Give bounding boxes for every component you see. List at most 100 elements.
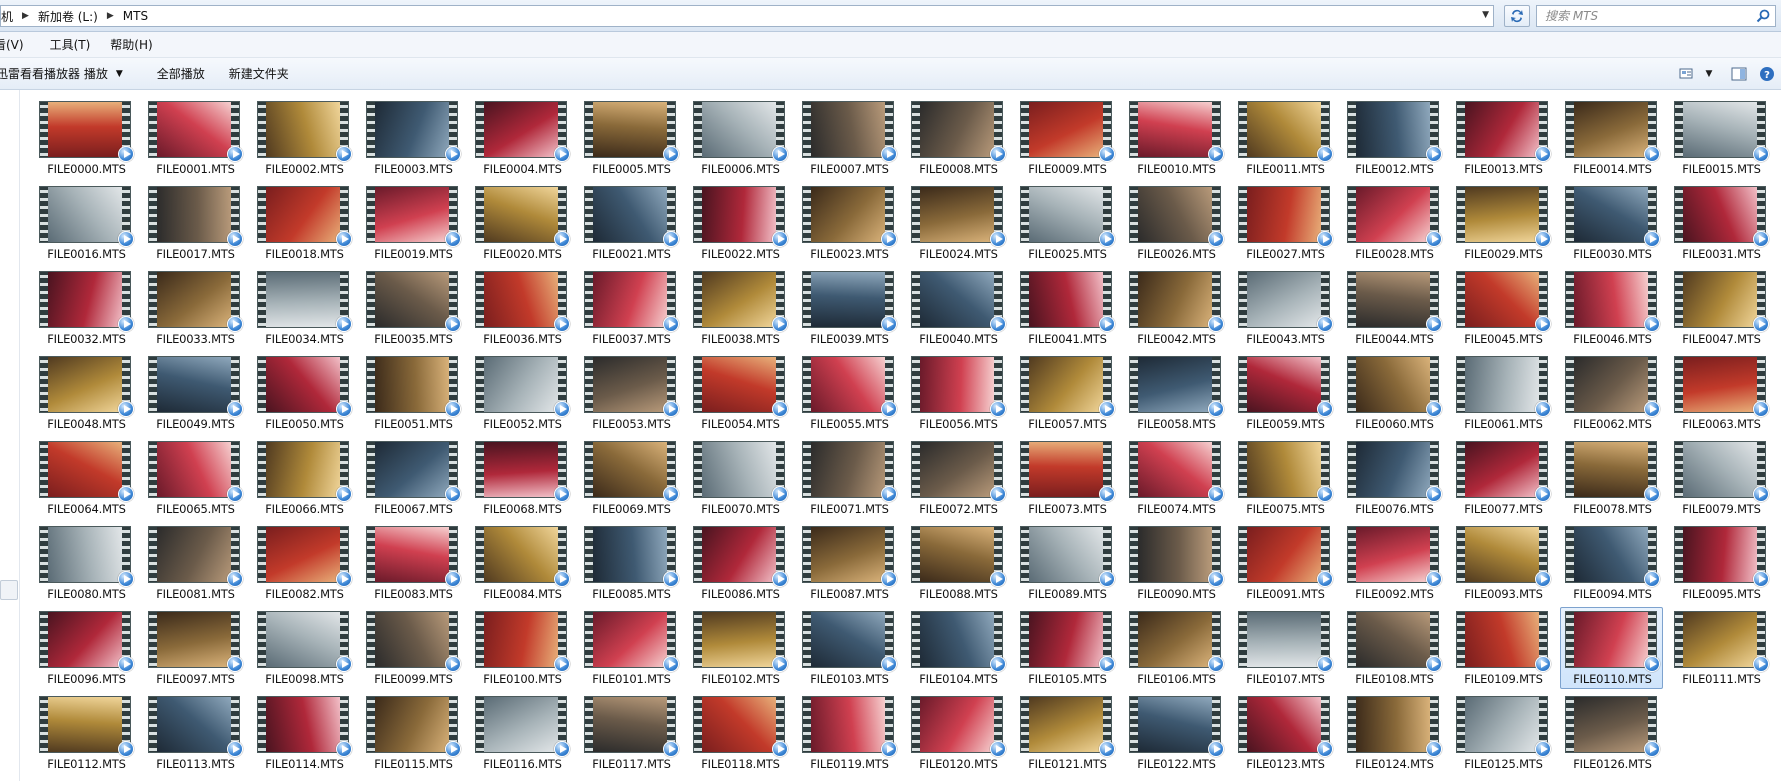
address-history-dropdown-icon[interactable]: ▼: [1482, 10, 1489, 20]
file-item[interactable]: FILE0004.MTS: [470, 97, 573, 179]
play-all-button[interactable]: 全部播放: [145, 65, 217, 82]
file-item[interactable]: FILE0076.MTS: [1342, 437, 1445, 519]
file-item[interactable]: FILE0095.MTS: [1669, 522, 1772, 604]
file-item[interactable]: FILE0075.MTS: [1233, 437, 1336, 519]
file-item[interactable]: FILE0105.MTS: [1015, 607, 1118, 689]
file-item[interactable]: FILE0005.MTS: [579, 97, 682, 179]
file-item[interactable]: FILE0040.MTS: [906, 267, 1009, 349]
file-item[interactable]: FILE0054.MTS: [688, 352, 791, 434]
chevron-right-icon[interactable]: ▶: [107, 11, 114, 21]
search-box[interactable]: [1536, 5, 1776, 27]
file-item[interactable]: FILE0058.MTS: [1124, 352, 1227, 434]
search-input[interactable]: [1545, 7, 1755, 25]
file-item[interactable]: FILE0001.MTS: [143, 97, 246, 179]
file-item[interactable]: FILE0047.MTS: [1669, 267, 1772, 349]
file-item[interactable]: FILE0070.MTS: [688, 437, 791, 519]
file-item[interactable]: FILE0039.MTS: [797, 267, 900, 349]
file-item[interactable]: FILE0118.MTS: [688, 692, 791, 774]
file-item[interactable]: FILE0042.MTS: [1124, 267, 1227, 349]
file-item[interactable]: FILE0031.MTS: [1669, 182, 1772, 264]
file-item[interactable]: FILE0016.MTS: [34, 182, 137, 264]
file-item[interactable]: FILE0053.MTS: [579, 352, 682, 434]
view-dropdown-arrow-icon[interactable]: ▼: [1701, 62, 1717, 86]
file-item[interactable]: FILE0108.MTS: [1342, 607, 1445, 689]
file-item[interactable]: FILE0073.MTS: [1015, 437, 1118, 519]
file-item[interactable]: FILE0006.MTS: [688, 97, 791, 179]
file-item[interactable]: FILE0048.MTS: [34, 352, 137, 434]
file-item[interactable]: FILE0025.MTS: [1015, 182, 1118, 264]
file-item[interactable]: FILE0071.MTS: [797, 437, 900, 519]
file-item[interactable]: FILE0013.MTS: [1451, 97, 1554, 179]
file-item[interactable]: FILE0098.MTS: [252, 607, 355, 689]
file-item[interactable]: FILE0011.MTS: [1233, 97, 1336, 179]
file-item[interactable]: FILE0010.MTS: [1124, 97, 1227, 179]
file-item[interactable]: FILE0049.MTS: [143, 352, 246, 434]
file-item[interactable]: FILE0023.MTS: [797, 182, 900, 264]
file-item[interactable]: FILE0037.MTS: [579, 267, 682, 349]
menu-tools[interactable]: 工具(T): [44, 36, 97, 53]
file-item[interactable]: FILE0097.MTS: [143, 607, 246, 689]
file-item[interactable]: FILE0014.MTS: [1560, 97, 1663, 179]
file-item[interactable]: FILE0003.MTS: [361, 97, 464, 179]
file-item[interactable]: FILE0107.MTS: [1233, 607, 1336, 689]
file-item[interactable]: FILE0044.MTS: [1342, 267, 1445, 349]
help-button[interactable]: ?: [1753, 62, 1781, 86]
file-item[interactable]: FILE0000.MTS: [34, 97, 137, 179]
file-item[interactable]: FILE0080.MTS: [34, 522, 137, 604]
file-item[interactable]: FILE0120.MTS: [906, 692, 1009, 774]
file-item[interactable]: FILE0112.MTS: [34, 692, 137, 774]
file-item[interactable]: FILE0033.MTS: [143, 267, 246, 349]
file-item[interactable]: FILE0074.MTS: [1124, 437, 1227, 519]
file-item[interactable]: FILE0114.MTS: [252, 692, 355, 774]
file-item[interactable]: FILE0029.MTS: [1451, 182, 1554, 264]
file-item[interactable]: FILE0106.MTS: [1124, 607, 1227, 689]
file-item[interactable]: FILE0117.MTS: [579, 692, 682, 774]
file-item[interactable]: FILE0064.MTS: [34, 437, 137, 519]
file-item[interactable]: FILE0019.MTS: [361, 182, 464, 264]
file-item[interactable]: FILE0123.MTS: [1233, 692, 1336, 774]
file-item[interactable]: FILE0088.MTS: [906, 522, 1009, 604]
breadcrumb-folder[interactable]: MTS: [123, 9, 148, 23]
file-item[interactable]: FILE0026.MTS: [1124, 182, 1227, 264]
file-item[interactable]: FILE0024.MTS: [906, 182, 1009, 264]
file-item[interactable]: FILE0109.MTS: [1451, 607, 1554, 689]
menu-help[interactable]: 帮助(H): [104, 36, 158, 53]
file-item[interactable]: FILE0113.MTS: [143, 692, 246, 774]
file-item[interactable]: FILE0122.MTS: [1124, 692, 1227, 774]
menu-view[interactable]: 看(V): [0, 36, 30, 53]
file-item[interactable]: FILE0020.MTS: [470, 182, 573, 264]
play-with-button[interactable]: 迅雷看看播放器 播放 ▼: [0, 65, 135, 82]
file-item[interactable]: FILE0032.MTS: [34, 267, 137, 349]
chevron-right-icon[interactable]: ▶: [22, 11, 29, 21]
file-item[interactable]: FILE0002.MTS: [252, 97, 355, 179]
file-item[interactable]: FILE0017.MTS: [143, 182, 246, 264]
file-item[interactable]: FILE0030.MTS: [1560, 182, 1663, 264]
file-item[interactable]: FILE0050.MTS: [252, 352, 355, 434]
file-item[interactable]: FILE0061.MTS: [1451, 352, 1554, 434]
file-item[interactable]: FILE0116.MTS: [470, 692, 573, 774]
file-item[interactable]: FILE0091.MTS: [1233, 522, 1336, 604]
file-item[interactable]: FILE0079.MTS: [1669, 437, 1772, 519]
file-item[interactable]: FILE0027.MTS: [1233, 182, 1336, 264]
file-item[interactable]: FILE0045.MTS: [1451, 267, 1554, 349]
file-item[interactable]: FILE0096.MTS: [34, 607, 137, 689]
file-item[interactable]: FILE0055.MTS: [797, 352, 900, 434]
file-item[interactable]: FILE0008.MTS: [906, 97, 1009, 179]
file-item[interactable]: FILE0115.MTS: [361, 692, 464, 774]
file-item[interactable]: FILE0009.MTS: [1015, 97, 1118, 179]
file-item[interactable]: FILE0099.MTS: [361, 607, 464, 689]
file-item[interactable]: FILE0059.MTS: [1233, 352, 1336, 434]
file-item[interactable]: FILE0066.MTS: [252, 437, 355, 519]
file-item[interactable]: FILE0046.MTS: [1560, 267, 1663, 349]
file-item[interactable]: FILE0092.MTS: [1342, 522, 1445, 604]
file-item[interactable]: FILE0062.MTS: [1560, 352, 1663, 434]
file-item[interactable]: FILE0065.MTS: [143, 437, 246, 519]
file-item[interactable]: FILE0089.MTS: [1015, 522, 1118, 604]
file-item[interactable]: FILE0012.MTS: [1342, 97, 1445, 179]
file-item[interactable]: FILE0041.MTS: [1015, 267, 1118, 349]
file-item[interactable]: FILE0111.MTS: [1669, 607, 1772, 689]
file-item[interactable]: FILE0022.MTS: [688, 182, 791, 264]
file-item[interactable]: FILE0036.MTS: [470, 267, 573, 349]
change-view-button[interactable]: [1673, 62, 1701, 86]
breadcrumb-drive[interactable]: 新加卷 (L:): [38, 8, 98, 25]
